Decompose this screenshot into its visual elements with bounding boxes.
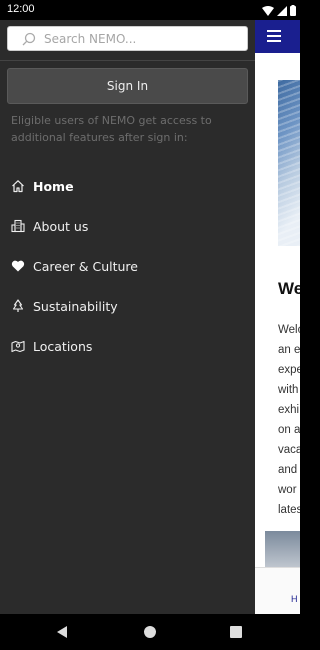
search-input[interactable] [44, 29, 240, 49]
heart-icon [11, 259, 25, 273]
tree-icon [11, 299, 25, 313]
status-time: 12:00 [7, 3, 35, 15]
nav-item-sustainability[interactable]: Sustainability [0, 286, 255, 326]
home-button-icon[interactable] [144, 626, 156, 638]
battery-icon [290, 3, 296, 21]
recent-apps-icon[interactable] [230, 626, 242, 638]
nav-label-home: Home [33, 178, 74, 194]
thumbnail-image [265, 531, 300, 571]
nav-label-about-us: About us [33, 218, 89, 234]
search-box [7, 26, 248, 51]
sign-in-button[interactable]: Sign In [7, 68, 248, 104]
signal-icon [277, 3, 287, 21]
nav-label-career-culture: Career & Culture [33, 258, 138, 274]
sign-in-note: Eligible users of NEMO get access to add… [11, 114, 212, 144]
nav-item-career-culture[interactable]: Career & Culture [0, 246, 255, 286]
nav-item-locations[interactable]: Locations [0, 326, 255, 366]
wifi-icon [262, 3, 274, 21]
page-paragraph: Welc an e expe with exhi on a vaca and w… [278, 324, 300, 516]
status-icons [262, 3, 296, 21]
nav-item-about-us[interactable]: About us [0, 206, 255, 246]
drawer-nav: Home About us Career & Culture Sustainab… [0, 166, 255, 366]
bottom-tab-bar: H [255, 567, 300, 614]
bottom-tab-label[interactable]: H [291, 594, 298, 604]
page-heading: We [278, 279, 300, 298]
map-pin-icon [11, 339, 25, 353]
nav-label-locations: Locations [33, 338, 93, 354]
background-page: We Welc an e expe with exhi on a vaca an… [255, 20, 300, 614]
system-nav-bar [0, 614, 300, 650]
divider [0, 60, 255, 61]
hero-image [278, 80, 300, 246]
navigation-drawer: Sign In Eligible users of NEMO get acces… [0, 20, 255, 614]
status-bar: 12:00 [0, 0, 300, 20]
home-icon [11, 179, 25, 193]
nav-item-home[interactable]: Home [0, 166, 255, 206]
app-header [255, 20, 300, 53]
back-icon[interactable] [57, 626, 67, 638]
nav-label-sustainability: Sustainability [33, 298, 118, 314]
building-icon [11, 219, 25, 233]
hamburger-menu-icon[interactable] [267, 30, 281, 42]
search-icon [22, 32, 36, 46]
